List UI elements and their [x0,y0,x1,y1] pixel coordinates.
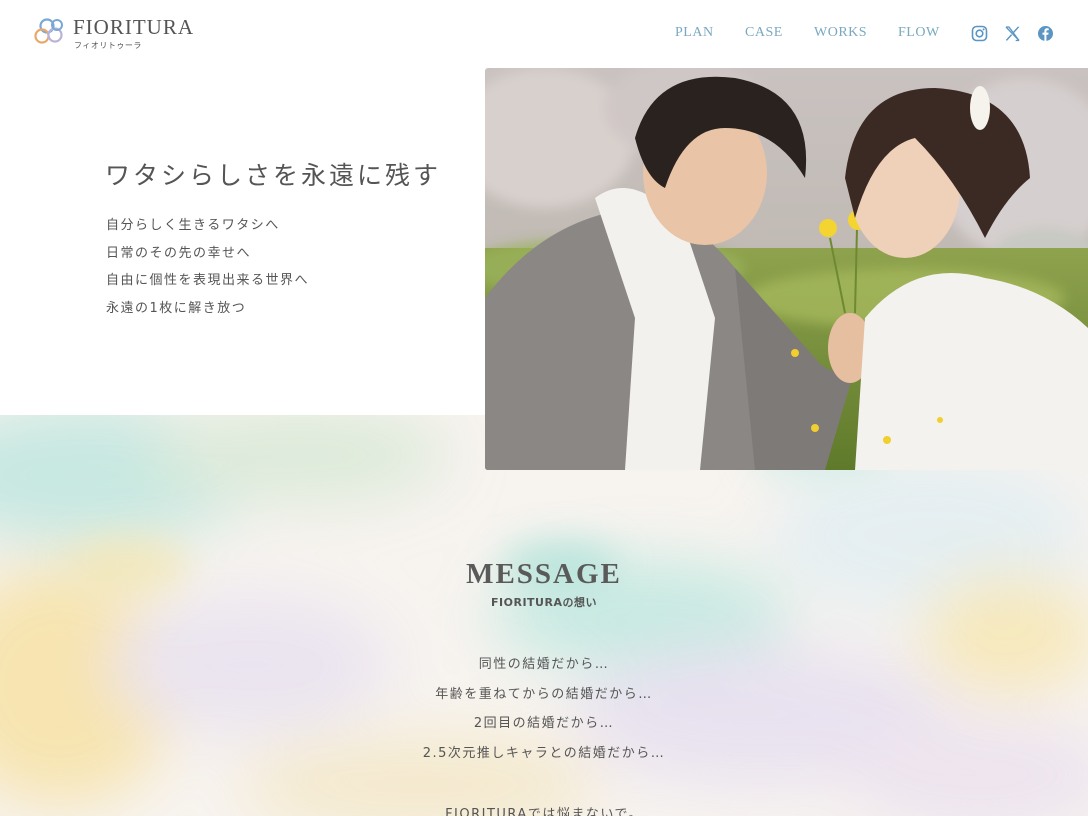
message-line: 2回目の結婚だから… [473,716,615,731]
instagram-icon[interactable] [971,25,988,42]
nav-item-flow[interactable]: FLOW [898,25,940,41]
hero-title: ワタシらしさを永遠に残す [105,161,442,190]
message-line: 年齢を重ねてからの結婚だから… [435,686,653,702]
site-header: FIORITURA フィオリトゥーラ PLAN CASE WORKS FLOW [0,0,1088,68]
message-lines: 同性の結婚だから… 年齢を重ねてからの結婚だから… 2回目の結婚だから… 2.5… [0,655,1088,773]
hero-line: 自分らしく生きるワタシへ [106,218,280,233]
message-line: 同性の結婚だから… [478,657,610,672]
facebook-icon[interactable] [1037,25,1054,42]
hero-photo [485,68,1088,470]
x-icon[interactable] [1004,25,1021,42]
message-subtitle: FIORITURAの想い [491,596,597,609]
nav-item-case[interactable]: CASE [745,25,783,41]
hero-line: 永遠の1枚に解き放つ [106,300,247,316]
nav-item-works[interactable]: WORKS [814,25,867,41]
message-closing: FIORITURAでは悩まないで。 [445,807,643,816]
message-title: MESSAGE [466,558,622,590]
hero-lines: 自分らしく生きるワタシへ 日常のその先の幸せへ 自由に個性を表現出来る世界へ 永… [106,216,309,326]
hero-line: 自由に個性を表現出来る世界へ [106,273,310,288]
main-nav: PLAN CASE WORKS FLOW [0,25,1088,45]
message-line: 2.5次元推しキャラとの結婚だから… [422,745,666,761]
nav-item-plan[interactable]: PLAN [675,25,714,41]
hero-line: 日常のその先の幸せへ [106,245,252,261]
